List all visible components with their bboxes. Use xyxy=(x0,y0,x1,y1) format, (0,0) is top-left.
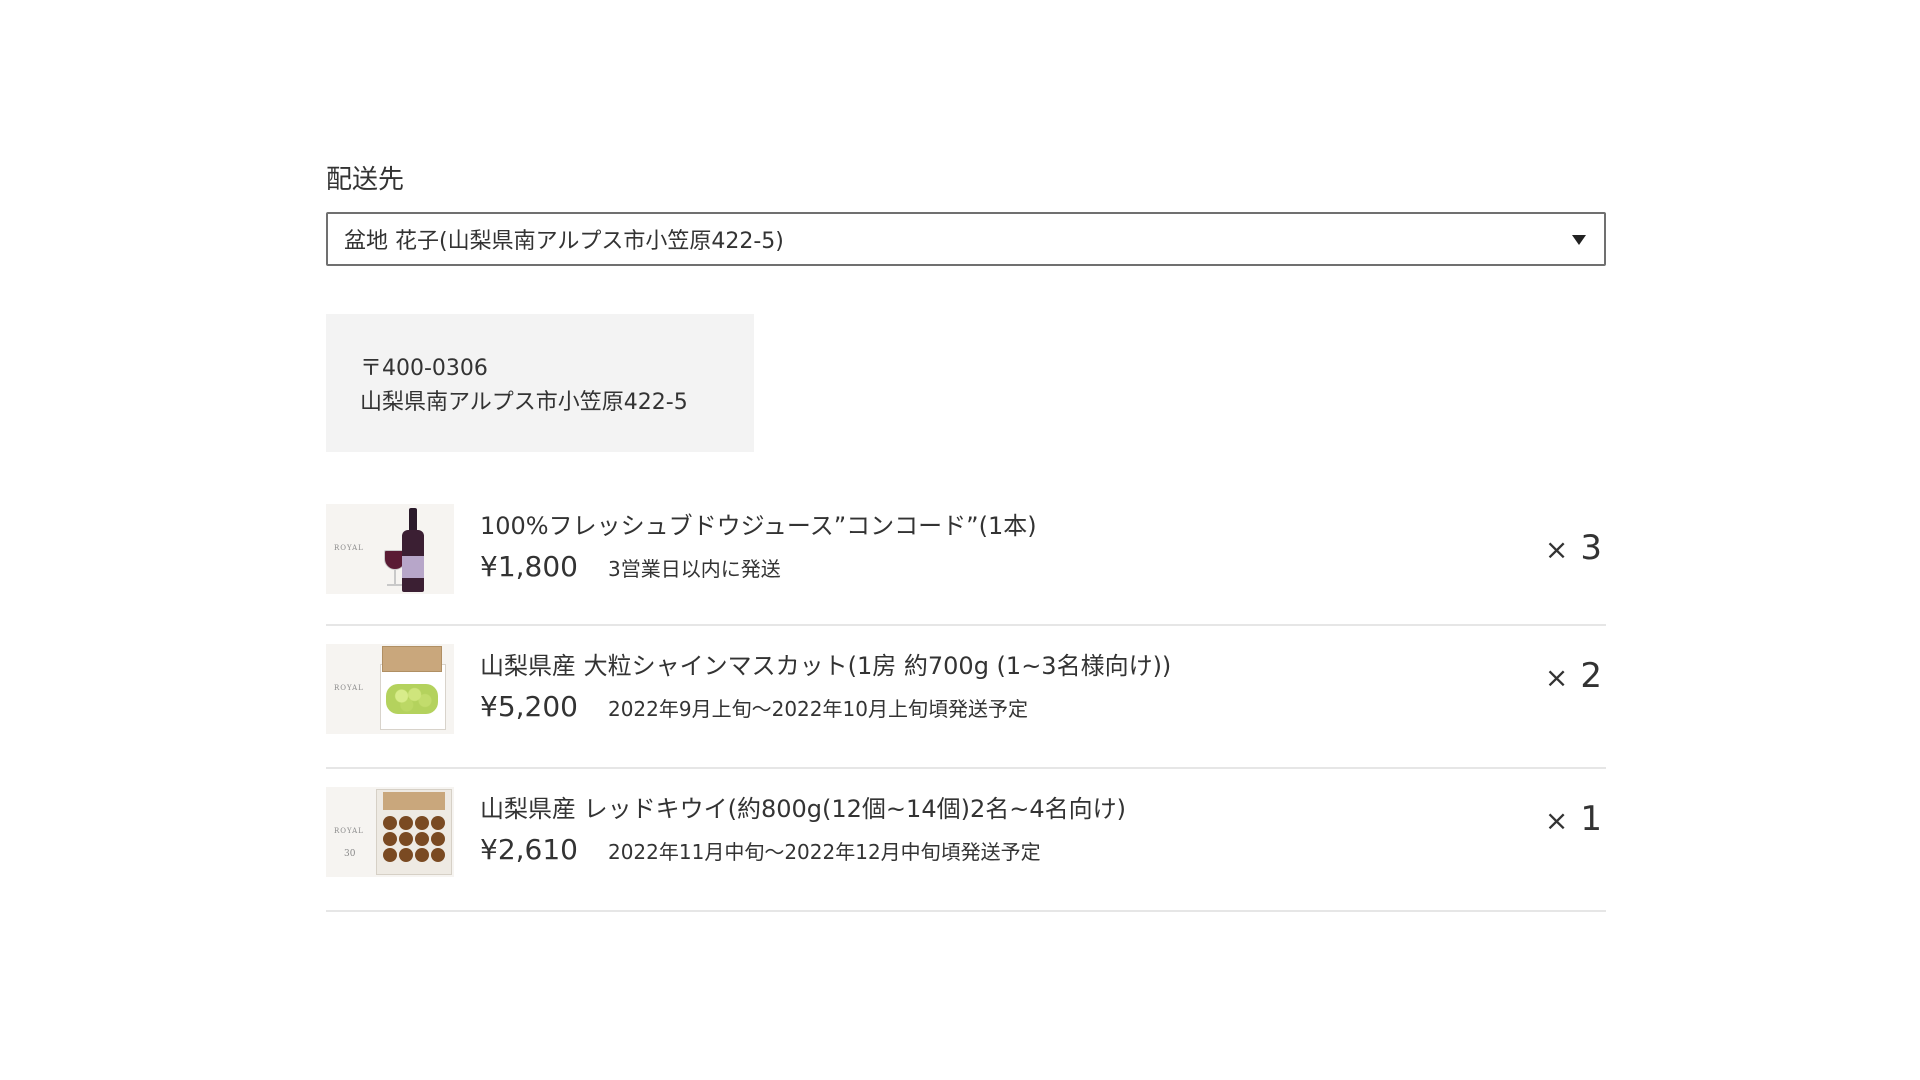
product-thumbnail-grape-juice: ROYAL xyxy=(326,504,454,594)
item-price: ¥1,800 xyxy=(480,550,578,583)
item-name: 100%フレッシュブドウジュース”コンコード”(1本) xyxy=(480,512,1037,540)
item-shipping-note: 3営業日以内に発送 xyxy=(607,557,781,581)
item-meta: ¥1,800 3営業日以内に発送 xyxy=(480,550,1037,583)
multiply-icon: × xyxy=(1544,804,1569,837)
multiply-icon: × xyxy=(1544,661,1569,694)
grapes-icon xyxy=(386,684,438,714)
item-quantity: × 2 xyxy=(1545,656,1602,696)
order-items-list: ROYAL 100%フレッシュブドウジュース”コンコード”(1本) ¥1,800… xyxy=(326,504,1606,912)
item-details: 100%フレッシュブドウジュース”コンコード”(1本) ¥1,800 3営業日以… xyxy=(480,504,1037,583)
item-meta: ¥2,610 2022年11月中旬〜2022年12月中旬頃発送予定 xyxy=(480,833,1126,866)
address-card: 〒400-0306 山梨県南アルプス市小笠原422-5 xyxy=(326,314,754,452)
box-lid-icon xyxy=(382,646,442,672)
item-shipping-note: 2022年11月中旬〜2022年12月中旬頃発送予定 xyxy=(607,840,1041,864)
item-name: 山梨県産 レッドキウイ(約800g(12個~14個)2名~4名向け) xyxy=(480,795,1126,823)
order-item: ROYAL 30 山梨県産 レッドキウイ(約800g(12個~14個)2名~4名… xyxy=(326,769,1606,912)
brand-logo: ROYAL xyxy=(334,544,364,552)
quantity-value: 1 xyxy=(1580,799,1602,839)
bottle-icon xyxy=(402,508,424,592)
item-price: ¥5,200 xyxy=(480,690,578,723)
product-thumbnail-shine-muscat: ROYAL xyxy=(326,644,454,734)
item-details: 山梨県産 レッドキウイ(約800g(12個~14個)2名~4名向け) ¥2,61… xyxy=(480,787,1126,866)
order-item: ROYAL 100%フレッシュブドウジュース”コンコード”(1本) ¥1,800… xyxy=(326,504,1606,626)
item-quantity: × 3 xyxy=(1545,528,1602,568)
brand-logo: ROYAL xyxy=(334,827,364,835)
multiply-icon: × xyxy=(1544,533,1569,566)
delivery-address-select[interactable]: 盆地 花子(山梨県南アルプス市小笠原422-5) xyxy=(326,212,1606,266)
address-text: 山梨県南アルプス市小笠原422-5 xyxy=(360,390,688,415)
delivery-label: 配送先 xyxy=(326,165,405,195)
kiwi-box-icon xyxy=(376,789,452,875)
item-details: 山梨県産 大粒シャインマスカット(1房 約700g (1~3名様向け)) ¥5,… xyxy=(480,644,1171,723)
item-shipping-note: 2022年9月上旬〜2022年10月上旬頃発送予定 xyxy=(607,697,1028,721)
chevron-down-icon xyxy=(1572,235,1586,245)
item-name: 山梨県産 大粒シャインマスカット(1房 約700g (1~3名様向け)) xyxy=(480,652,1172,680)
item-price: ¥2,610 xyxy=(480,833,578,866)
quantity-value: 2 xyxy=(1580,656,1602,696)
quantity-value: 3 xyxy=(1580,528,1602,568)
brand-logo: ROYAL xyxy=(334,684,364,692)
checkout-delivery-section: 配送先 盆地 花子(山梨県南アルプス市小笠原422-5) 〒400-0306 山… xyxy=(326,160,1606,912)
delivery-address-selected: 盆地 花子(山梨県南アルプス市小笠原422-5) xyxy=(344,229,784,254)
postal-code: 〒400-0306 xyxy=(360,356,488,381)
item-quantity: × 1 xyxy=(1545,799,1602,839)
anniversary-badge: 30 xyxy=(344,849,356,859)
product-thumbnail-red-kiwi: ROYAL 30 xyxy=(326,787,454,877)
order-item: ROYAL 山梨県産 大粒シャインマスカット(1房 約700g (1~3名様向け… xyxy=(326,626,1606,769)
item-meta: ¥5,200 2022年9月上旬〜2022年10月上旬頃発送予定 xyxy=(480,690,1171,723)
